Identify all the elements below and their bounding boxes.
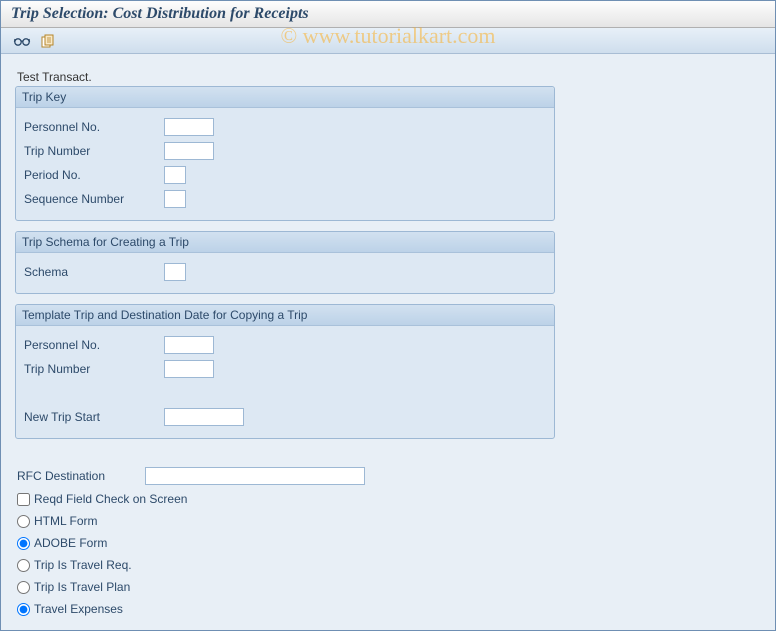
label-trip-number: Trip Number — [24, 144, 164, 158]
glasses-icon[interactable] — [13, 32, 31, 50]
input-new-trip-start[interactable] — [164, 408, 244, 426]
input-trip-number[interactable] — [164, 142, 214, 160]
input-schema[interactable] — [164, 263, 186, 281]
label-tpl-personnel-no: Personnel No. — [24, 338, 164, 352]
input-personnel-no[interactable] — [164, 118, 214, 136]
label-new-trip-start: New Trip Start — [24, 410, 164, 424]
input-rfc-destination[interactable] — [145, 467, 365, 485]
test-transact-label: Test Transact. — [17, 70, 761, 84]
group-trip-key: Trip Key Personnel No. Trip Number Perio… — [15, 86, 555, 221]
label-radio-html: HTML Form — [34, 514, 98, 528]
free-area: RFC Destination Reqd Field Check on Scre… — [15, 457, 761, 627]
label-schema: Schema — [24, 265, 164, 279]
label-sequence-no: Sequence Number — [24, 192, 164, 206]
label-checkbox-reqd: Reqd Field Check on Screen — [34, 492, 187, 506]
label-radio-adobe: ADOBE Form — [34, 536, 107, 550]
input-tpl-trip-number[interactable] — [164, 360, 214, 378]
label-rfc-destination: RFC Destination — [17, 469, 145, 483]
radio-html-form[interactable] — [17, 515, 30, 528]
group-template-trip-header: Template Trip and Destination Date for C… — [16, 305, 554, 326]
radio-adobe-form[interactable] — [17, 537, 30, 550]
group-template-trip: Template Trip and Destination Date for C… — [15, 304, 555, 439]
label-radio-trip-plan: Trip Is Travel Plan — [34, 580, 130, 594]
app-window: Trip Selection: Cost Distribution for Re… — [0, 0, 776, 631]
content-area: Test Transact. Trip Key Personnel No. Tr… — [1, 54, 775, 631]
toolbar — [1, 28, 775, 54]
label-personnel-no: Personnel No. — [24, 120, 164, 134]
group-trip-schema-header: Trip Schema for Creating a Trip — [16, 232, 554, 253]
label-period-no: Period No. — [24, 168, 164, 182]
group-trip-schema: Trip Schema for Creating a Trip Schema — [15, 231, 555, 294]
label-radio-trip-req: Trip Is Travel Req. — [34, 558, 132, 572]
group-trip-key-header: Trip Key — [16, 87, 554, 108]
label-radio-travel-expenses: Travel Expenses — [34, 602, 123, 616]
page-title: Trip Selection: Cost Distribution for Re… — [11, 5, 309, 22]
input-tpl-personnel-no[interactable] — [164, 336, 214, 354]
copy-icon[interactable] — [39, 32, 57, 50]
radio-trip-plan[interactable] — [17, 581, 30, 594]
input-sequence-no[interactable] — [164, 190, 186, 208]
radio-travel-expenses[interactable] — [17, 603, 30, 616]
radio-trip-req[interactable] — [17, 559, 30, 572]
checkbox-reqd-field[interactable] — [17, 493, 30, 506]
input-period-no[interactable] — [164, 166, 186, 184]
title-bar: Trip Selection: Cost Distribution for Re… — [1, 1, 775, 28]
label-tpl-trip-number: Trip Number — [24, 362, 164, 376]
